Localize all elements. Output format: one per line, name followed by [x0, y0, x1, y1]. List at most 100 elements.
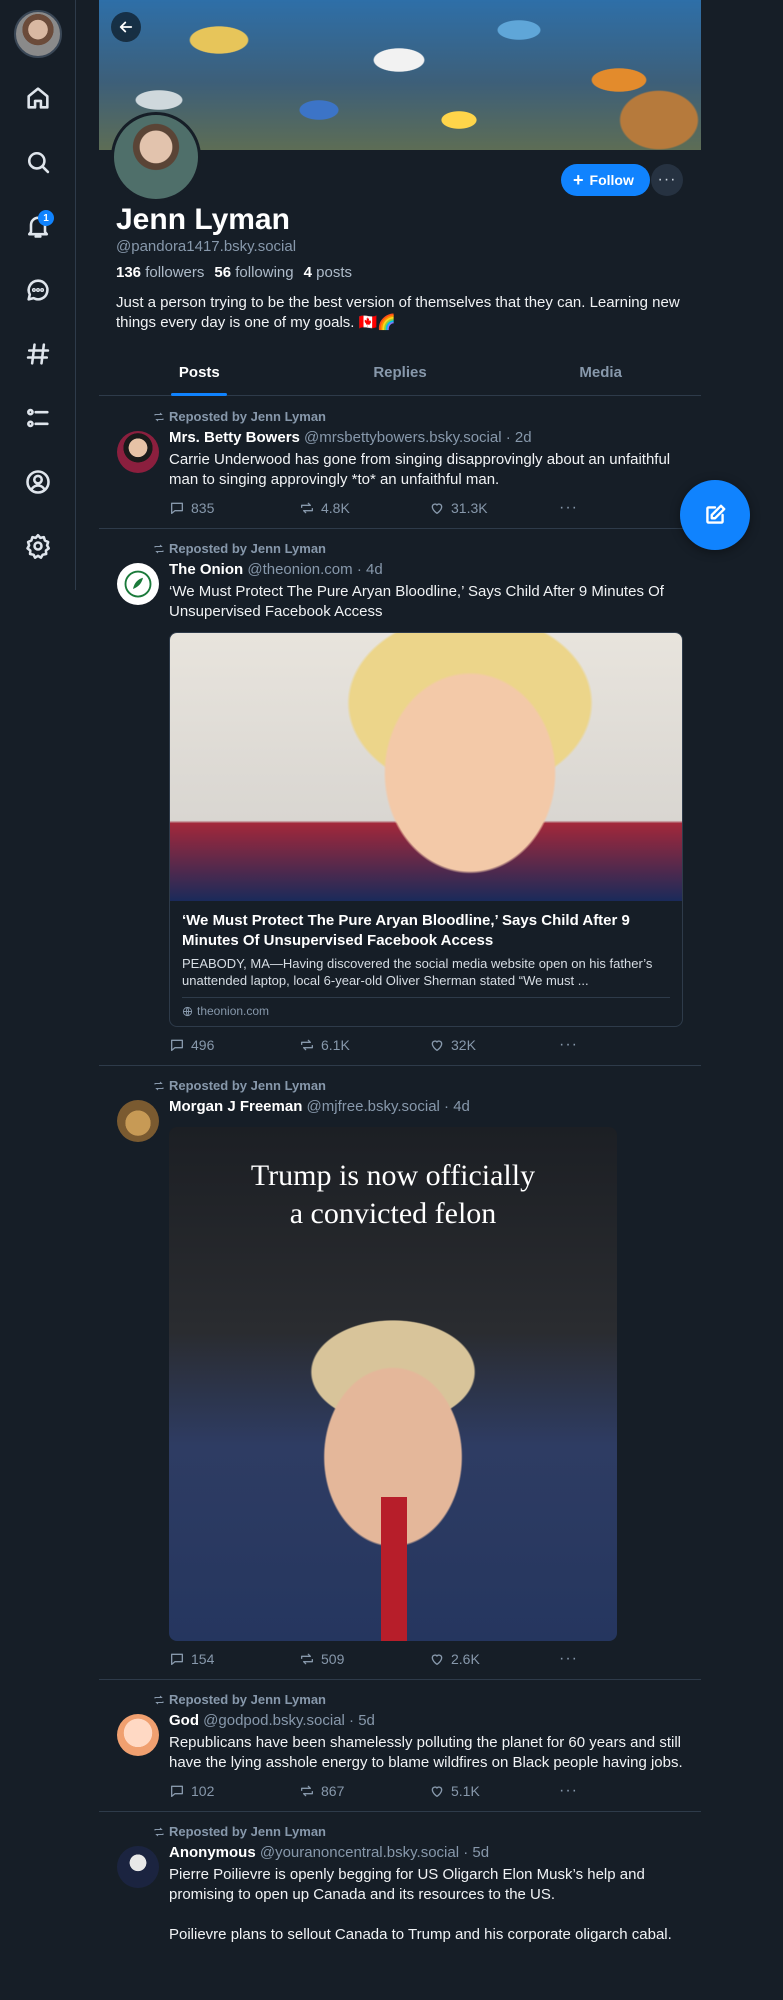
post-handle[interactable]: @mjfree.bsky.social — [307, 1098, 440, 1115]
like-count: 5.1K — [451, 1783, 480, 1799]
post-actions: 154 509 2.6K ··· — [169, 1649, 685, 1669]
post-author-avatar[interactable] — [117, 1846, 159, 1888]
post-text: Carrie Underwood has gone from singing d… — [169, 451, 671, 488]
repost-label: Reposted by Jenn Lyman — [169, 409, 326, 424]
settings-nav-button[interactable] — [18, 526, 58, 566]
chat-nav-button[interactable] — [18, 270, 58, 310]
post-display-name[interactable]: Anonymous — [169, 1844, 256, 1861]
notifications-nav-button[interactable]: 1 — [18, 206, 58, 246]
post-author-line: Morgan J Freeman @mjfree.bsky.social · 4… — [169, 1097, 685, 1117]
heart-icon — [431, 1654, 443, 1665]
like-button[interactable]: 31.3K — [429, 500, 559, 516]
current-user-avatar[interactable] — [14, 10, 62, 58]
post-display-name[interactable]: The Onion — [169, 561, 243, 578]
post-actions: 835 4.8K 31.3K ··· — [169, 498, 685, 518]
posts-stat: 4 posts — [304, 264, 352, 281]
post-text: Pierre Poilievre is openly begging for U… — [169, 1866, 672, 1943]
repost-icon — [301, 502, 313, 514]
feed-post[interactable]: Reposted by Jenn Lyman God @godpod.bsky.… — [99, 1680, 701, 1812]
following-label: following — [235, 264, 294, 281]
profile-bio: Just a person trying to be the best vers… — [116, 294, 680, 331]
repost-button[interactable]: 4.8K — [299, 500, 429, 516]
back-button[interactable] — [111, 12, 141, 42]
posts-label: posts — [316, 264, 352, 281]
post-author-line: Mrs. Betty Bowers @mrsbettybowers.bsky.s… — [169, 428, 685, 448]
post-more-button[interactable]: ··· — [559, 1036, 589, 1054]
chat-icon — [27, 279, 49, 301]
reply-button[interactable]: 154 — [169, 1651, 299, 1667]
repost-button[interactable]: 6.1K — [299, 1037, 429, 1053]
repost-count: 6.1K — [321, 1037, 350, 1053]
post-author-avatar[interactable] — [117, 1714, 159, 1756]
tab-posts[interactable]: Posts — [99, 352, 300, 396]
feed-post[interactable]: Reposted by Jenn Lyman Morgan J Freeman … — [99, 1066, 701, 1680]
comment-icon — [171, 1785, 183, 1797]
tab-replies[interactable]: Replies — [300, 352, 501, 395]
onion-logo-icon — [124, 570, 152, 598]
feeds-nav-button[interactable] — [18, 334, 58, 374]
repost-count: 867 — [321, 1783, 345, 1799]
repost-button[interactable]: 509 — [299, 1651, 429, 1667]
repost-icon — [154, 1695, 164, 1704]
link-preview-image — [170, 633, 682, 901]
plus-icon: + — [573, 170, 584, 190]
post-author-avatar[interactable] — [117, 431, 159, 473]
profile-stats: 136 followers 56 following 4 posts — [116, 264, 352, 281]
like-button[interactable]: 2.6K — [429, 1651, 559, 1667]
following-link[interactable]: 56 following — [214, 264, 293, 281]
profile-nav-button[interactable] — [18, 462, 58, 502]
post-display-name[interactable]: God — [169, 1712, 199, 1729]
repost-label: Reposted by Jenn Lyman — [169, 541, 326, 556]
lists-nav-button[interactable] — [18, 398, 58, 438]
post-image[interactable]: Trump is now officially a convicted felo… — [169, 1127, 617, 1641]
post-more-button[interactable]: ··· — [559, 499, 589, 517]
left-nav-rail: 1 — [0, 0, 76, 590]
like-button[interactable]: 5.1K — [429, 1783, 559, 1799]
reply-count: 154 — [191, 1651, 215, 1667]
profile-avatar[interactable] — [111, 112, 201, 202]
reply-button[interactable]: 835 — [169, 500, 299, 516]
reply-button[interactable]: 102 — [169, 1783, 299, 1799]
followers-link[interactable]: 136 followers — [116, 264, 204, 281]
post-more-button[interactable]: ··· — [559, 1650, 589, 1668]
post-more-button[interactable]: ··· — [559, 1782, 589, 1800]
repost-icon — [301, 1039, 313, 1051]
repost-icon — [301, 1785, 313, 1797]
follow-button[interactable]: + Follow — [561, 164, 650, 196]
notification-count-badge: 1 — [38, 210, 54, 226]
post-handle[interactable]: @godpod.bsky.social — [203, 1712, 345, 1729]
post-time: · 5d — [463, 1844, 490, 1861]
repost-icon — [154, 1827, 164, 1836]
post-handle[interactable]: @youranoncentral.bsky.social — [260, 1844, 459, 1861]
repost-icon — [301, 1653, 313, 1665]
tab-media[interactable]: Media — [500, 352, 701, 395]
profile-more-button[interactable]: ··· — [651, 164, 683, 196]
post-time: · 2d — [505, 429, 532, 446]
post-display-name[interactable]: Morgan J Freeman — [169, 1098, 302, 1115]
like-button[interactable]: 32K — [429, 1037, 559, 1053]
link-preview-body: ‘We Must Protect The Pure Aryan Bloodlin… — [170, 901, 682, 1026]
post-display-name[interactable]: Mrs. Betty Bowers — [169, 429, 300, 446]
feed-post[interactable]: Reposted by Jenn Lyman The Onion @theoni… — [99, 529, 701, 1066]
search-nav-button[interactable] — [18, 142, 58, 182]
reply-count: 835 — [191, 500, 215, 516]
reply-button[interactable]: 496 — [169, 1037, 299, 1053]
link-preview-card[interactable]: ‘We Must Protect The Pure Aryan Bloodlin… — [169, 632, 683, 1027]
post-author-avatar[interactable] — [117, 1100, 159, 1142]
profile-icon — [26, 470, 50, 494]
ellipsis-icon: ··· — [657, 171, 677, 188]
profile-main-column: + Follow ··· Jenn Lyman @pandora1417.bsk… — [99, 0, 701, 1943]
repost-indicator: Reposted by Jenn Lyman — [153, 409, 685, 424]
repost-indicator: Reposted by Jenn Lyman — [153, 541, 685, 556]
like-count: 2.6K — [451, 1651, 480, 1667]
reply-count: 496 — [191, 1037, 215, 1053]
feed-post[interactable]: Reposted by Jenn Lyman Mrs. Betty Bowers… — [99, 397, 701, 529]
repost-button[interactable]: 867 — [299, 1783, 429, 1799]
post-author-avatar[interactable] — [117, 563, 159, 605]
compose-button[interactable] — [680, 480, 750, 550]
post-handle[interactable]: @mrsbettybowers.bsky.social — [304, 429, 502, 446]
feed-post[interactable]: Reposted by Jenn Lyman Anonymous @youran… — [99, 1812, 701, 1955]
home-nav-button[interactable] — [18, 78, 58, 118]
post-handle[interactable]: @theonion.com — [247, 561, 352, 578]
globe-icon — [182, 1006, 193, 1016]
